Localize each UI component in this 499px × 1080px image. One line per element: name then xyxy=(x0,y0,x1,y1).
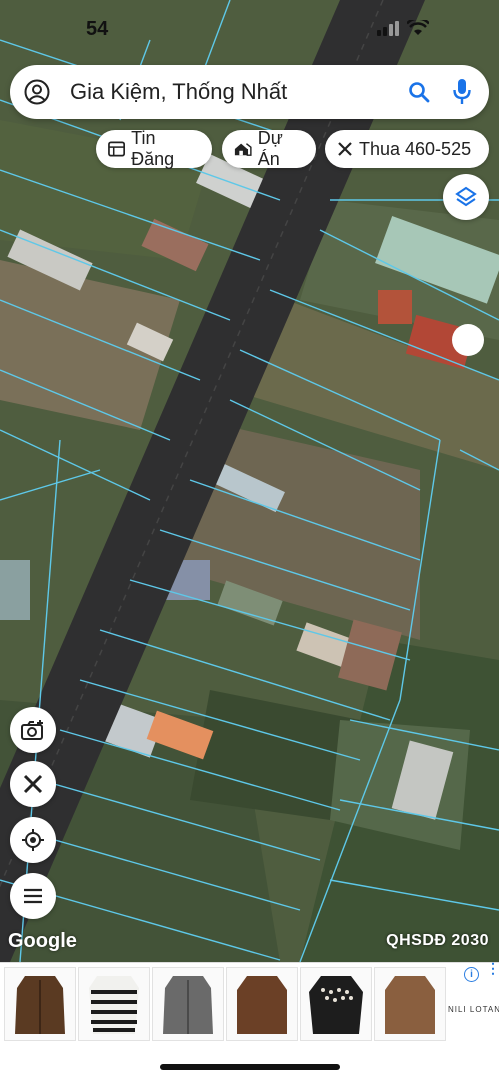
ruler-cross-icon xyxy=(23,774,43,794)
ad-product[interactable] xyxy=(152,967,224,1041)
layers-button[interactable] xyxy=(443,174,489,220)
brown-sweater-image xyxy=(237,976,287,1034)
ad-product[interactable] xyxy=(78,967,150,1041)
my-location-button[interactable] xyxy=(10,817,56,863)
ad-info-icon[interactable]: i xyxy=(464,967,479,982)
search-icon[interactable] xyxy=(408,81,430,103)
chip-thua[interactable]: Thua 460-525 xyxy=(325,130,489,168)
chip-tin-dang[interactable]: Tin Đăng xyxy=(96,128,212,169)
microphone-icon[interactable] xyxy=(452,78,472,106)
ad-product[interactable] xyxy=(300,967,372,1041)
measure-button[interactable] xyxy=(10,761,56,807)
signal-icon xyxy=(377,21,399,36)
building xyxy=(378,290,412,324)
ad-brand[interactable]: NILI LOTAN xyxy=(448,1005,499,1014)
cardigan-image xyxy=(15,976,65,1034)
grey-cardigan-image xyxy=(163,976,213,1034)
hamburger-icon xyxy=(24,888,42,904)
house-icon xyxy=(234,143,252,156)
ad-product[interactable] xyxy=(226,967,298,1041)
ruler-icon xyxy=(338,142,352,156)
account-icon[interactable] xyxy=(24,79,50,105)
status-time: 54 xyxy=(86,18,109,40)
map-marker[interactable] xyxy=(452,324,484,356)
chip-label: Thua 460-525 xyxy=(359,138,472,159)
building xyxy=(0,560,30,620)
menu-button[interactable] xyxy=(10,873,56,919)
wifi-icon xyxy=(407,20,429,35)
layer-label: QHSDĐ 2030 xyxy=(386,932,489,949)
ad-banner[interactable]: NILI LOTAN i ⋮ xyxy=(0,961,499,1043)
location-target-icon xyxy=(22,829,44,851)
chip-label: Tin Đăng xyxy=(131,128,175,169)
search-input[interactable]: Gia Kiệm, Thống Nhất xyxy=(70,79,287,105)
layers-icon xyxy=(455,186,477,207)
home-indicator[interactable] xyxy=(160,1064,340,1070)
ad-product[interactable] xyxy=(4,967,76,1041)
camel-sweater-image xyxy=(385,976,435,1034)
patterned-sweater-image xyxy=(309,976,363,1034)
google-logo: Google xyxy=(8,930,77,952)
camera-button[interactable] xyxy=(10,707,56,753)
status-icons xyxy=(377,20,429,36)
listing-icon xyxy=(108,141,126,157)
ad-product[interactable] xyxy=(374,967,446,1041)
striped-top-image xyxy=(89,976,139,1034)
search-bar[interactable]: Gia Kiệm, Thống Nhất xyxy=(10,65,489,119)
chip-du-an[interactable]: Dự Án xyxy=(222,128,316,169)
camera-add-icon xyxy=(21,720,43,740)
chip-label: Dự Án xyxy=(257,128,283,169)
ad-options-icon[interactable]: ⋮ xyxy=(486,961,499,975)
